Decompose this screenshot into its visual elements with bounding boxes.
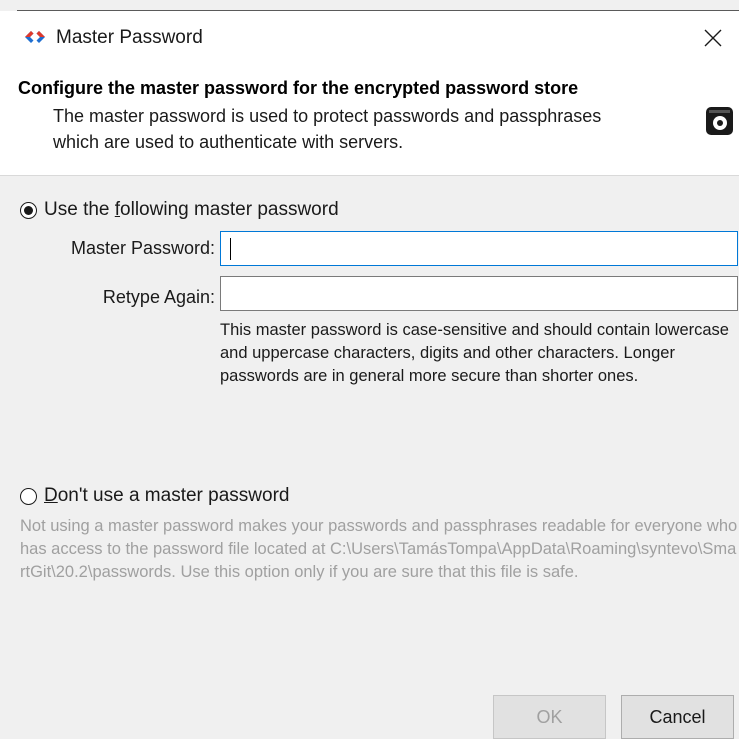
- no-password-radio[interactable]: [20, 487, 37, 505]
- header-description: The master password is used to protect p…: [53, 106, 602, 152]
- no-password-label-suffix: on't use a master password: [57, 485, 290, 506]
- retype-password-field[interactable]: [220, 276, 738, 311]
- header-title: Configure the master password for the en…: [18, 78, 579, 98]
- title-bar: Master Password: [0, 11, 739, 66]
- window-title: Master Password: [56, 27, 203, 48]
- close-button[interactable]: [695, 20, 731, 56]
- use-password-radio-option[interactable]: Use the following master password: [20, 198, 339, 222]
- master-password-dialog: Master Password Configure the master pas…: [0, 0, 739, 739]
- header-panel: Configure the master password for the en…: [0, 66, 739, 176]
- text-caret: [230, 238, 231, 260]
- master-password-label: Master Password:: [70, 238, 215, 258]
- retype-password-label: Retype Again:: [102, 287, 215, 307]
- no-password-label[interactable]: Don't use a master password: [44, 484, 289, 508]
- disk-icon: [706, 107, 733, 135]
- use-password-radio[interactable]: [20, 201, 37, 219]
- use-password-label[interactable]: Use the following master password: [44, 198, 339, 222]
- password-hint: This master password is case-sensitive a…: [220, 321, 729, 385]
- no-password-mnemonic: D: [44, 485, 58, 506]
- cancel-button[interactable]: Cancel: [621, 695, 734, 739]
- use-password-label-prefix: Use the: [44, 199, 115, 220]
- smartgit-diamond-icon: [25, 31, 45, 43]
- no-password-note: Not using a master password makes your p…: [20, 517, 738, 581]
- no-password-radio-option[interactable]: Don't use a master password: [20, 484, 289, 508]
- master-password-field[interactable]: [220, 231, 738, 266]
- close-icon: [704, 29, 722, 47]
- ok-button[interactable]: OK: [493, 695, 606, 739]
- use-password-label-suffix: ollowing master password: [120, 199, 339, 220]
